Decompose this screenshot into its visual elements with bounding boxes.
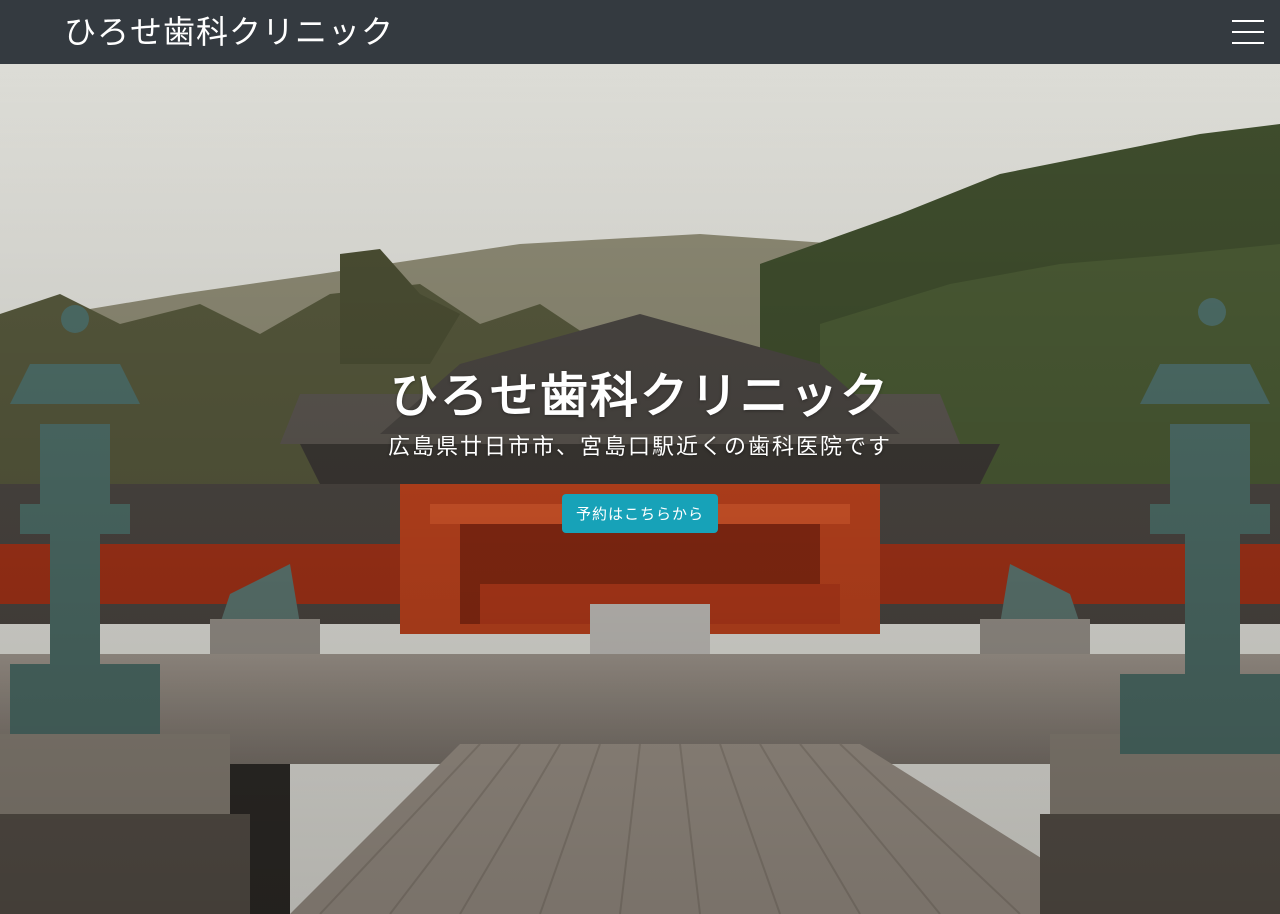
brand-link[interactable]: ひろせ歯科クリニック: [64, 16, 394, 48]
menu-bar-middle: [1232, 31, 1264, 33]
hero-subtitle: 広島県廿日市市、宮島口駅近くの歯科医院です: [387, 435, 892, 460]
hamburger-menu-icon[interactable]: [1232, 20, 1264, 44]
reservation-button[interactable]: 予約はこちらから: [561, 494, 718, 533]
hero-section: ひろせ歯科クリニック 広島県廿日市市、宮島口駅近くの歯科医院です 予約はこちらか…: [0, 64, 1280, 914]
hero-content: ひろせ歯科クリニック 広島県廿日市市、宮島口駅近くの歯科医院です 予約はこちらか…: [0, 364, 1280, 533]
menu-bar-bottom: [1232, 42, 1264, 44]
top-navbar: ひろせ歯科クリニック: [0, 0, 1280, 64]
menu-bar-top: [1232, 20, 1264, 22]
hero-title: ひろせ歯科クリニック: [389, 368, 890, 424]
